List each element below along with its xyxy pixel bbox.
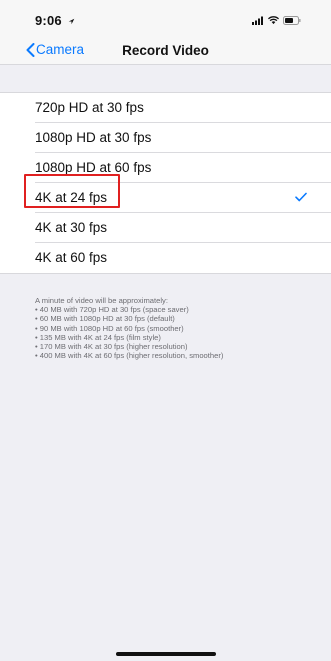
footer-line: • 400 MB with 4K at 60 fps (higher resol… — [35, 351, 224, 361]
status-time-label: 9:06 — [35, 13, 62, 28]
option-720p-30[interactable]: 720p HD at 30 fps — [0, 93, 331, 123]
home-indicator[interactable] — [116, 652, 216, 656]
status-icons — [252, 14, 301, 26]
status-bar: 9:06 — [0, 0, 331, 38]
option-4k-60[interactable]: 4K at 60 fps — [0, 243, 331, 273]
footer-line: • 40 MB with 720p HD at 30 fps (space sa… — [35, 305, 189, 315]
cellular-signal-icon — [252, 16, 263, 25]
option-label: 4K at 60 fps — [35, 250, 108, 265]
checkmark-icon — [295, 192, 307, 202]
option-label: 4K at 30 fps — [35, 220, 108, 235]
option-label: 1080p HD at 30 fps — [35, 130, 152, 145]
page-title: Record Video — [122, 43, 209, 58]
footer-line: • 170 MB with 4K at 30 fps (higher resol… — [35, 342, 188, 352]
option-label: 1080p HD at 60 fps — [35, 160, 152, 175]
option-label: 720p HD at 30 fps — [35, 100, 144, 115]
status-time: 9:06 — [35, 13, 75, 28]
highlight-box — [24, 174, 120, 208]
navigation-bar: Camera Record Video — [0, 38, 331, 65]
option-4k-30[interactable]: 4K at 30 fps — [0, 213, 331, 243]
footer-intro: A minute of video will be approximately: — [35, 296, 168, 305]
wifi-icon — [268, 15, 279, 24]
size-estimate-footer: A minute of video will be approximately:… — [35, 296, 320, 360]
battery-icon — [283, 15, 301, 25]
location-arrow-icon — [68, 18, 74, 25]
footer-line: • 90 MB with 1080p HD at 60 fps (smoothe… — [35, 323, 184, 333]
footer-line: • 135 MB with 4K at 24 fps (film style) — [35, 332, 161, 342]
footer-line: • 60 MB with 1080p HD at 30 fps (default… — [35, 314, 175, 324]
option-1080p-30[interactable]: 1080p HD at 30 fps — [0, 123, 331, 153]
